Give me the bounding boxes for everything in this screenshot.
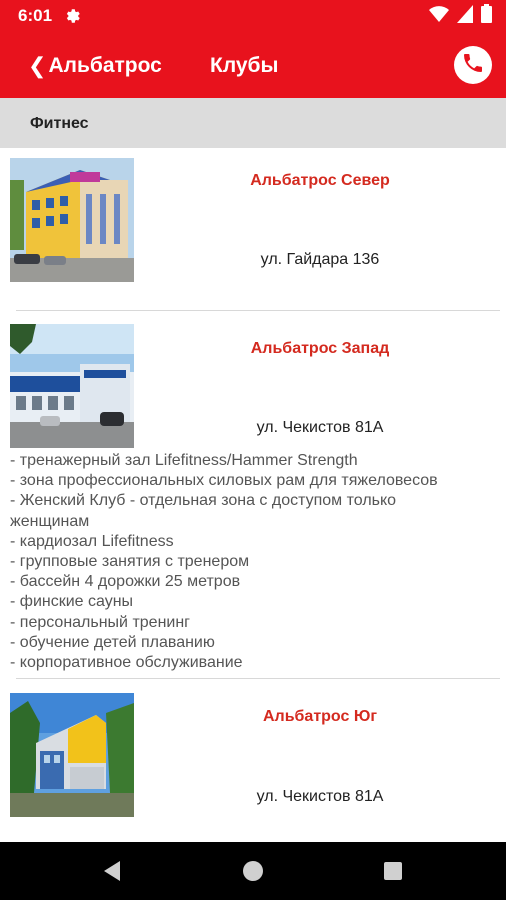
feature-item: - зона профессиональных силовых рам для … — [10, 472, 438, 490]
building-photo-yellow-blue — [10, 158, 134, 282]
page-title: Клубы — [210, 54, 279, 77]
status-bar: 6:01 — [0, 0, 506, 32]
divider — [16, 678, 500, 679]
battery-icon — [481, 4, 492, 28]
divider — [16, 310, 500, 311]
feature-item: - тренажерный зал Lifefitness/Hammer Str… — [10, 452, 358, 469]
status-time: 6:01 — [18, 6, 53, 25]
feature-item: - групповые занятия с тренером — [10, 553, 250, 571]
feature-item: - бассейн 4 дорожки 25 метров — [10, 573, 241, 591]
feature-item: - финские сауны — [10, 593, 134, 611]
call-button[interactable] — [454, 46, 492, 84]
club-features-list: - тренажерный зал Lifefitness/Hammer Str… — [10, 451, 500, 673]
section-header: Фитнес — [0, 98, 506, 148]
phone-icon — [461, 51, 485, 80]
building-photo-blue-white — [10, 324, 134, 448]
feature-item: - кардиозал Lifefitness — [10, 532, 174, 550]
building-photo-yellow-blue-trees — [10, 693, 134, 817]
clubs-list[interactable]: Альбатрос Север ул. Гайдара 136 Альбатро… — [0, 148, 506, 842]
settings-gear-icon — [64, 7, 82, 25]
section-title: Фитнес — [30, 115, 89, 132]
feature-item: женщинам — [10, 512, 90, 530]
club-address: ул. Гайдара 136 — [260, 251, 380, 268]
status-icons — [429, 4, 492, 28]
recents-square-icon[interactable] — [381, 859, 405, 883]
app-bar: ❮ Альбатрос Клубы — [0, 32, 506, 98]
feature-item: - обучение детей плаванию — [10, 633, 215, 651]
feature-item: - Женский Клуб - отдельная зона с доступ… — [10, 492, 397, 510]
club-address: ул. Чекистов 81А — [256, 419, 384, 436]
system-nav-bar — [0, 842, 506, 900]
chevron-left-icon: ❮ — [28, 53, 47, 78]
feature-item: - персональный тренинг — [10, 613, 191, 631]
back-label: Альбатрос — [48, 54, 162, 77]
list-item-club[interactable]: Альбатрос Юг ул. Чекистов 81А — [0, 693, 506, 817]
signal-icon — [457, 4, 473, 28]
club-name[interactable]: Альбатрос Север — [134, 172, 506, 190]
club-name[interactable]: Альбатрос Запад — [134, 340, 506, 358]
feature-item: - корпоративное обслуживание — [10, 654, 243, 672]
club-address: ул. Чекистов 81А — [256, 788, 384, 805]
list-item-club[interactable]: Альбатрос Север ул. Гайдара 136 — [0, 158, 506, 298]
list-item-club[interactable]: Альбатрос Запад ул. Чекистов 81А — [0, 324, 506, 448]
wifi-icon — [429, 5, 449, 28]
home-circle-icon[interactable] — [241, 859, 265, 883]
back-button[interactable]: ❮ Альбатрос — [28, 52, 162, 80]
club-name[interactable]: Альбатрос Юг — [134, 708, 506, 726]
back-triangle-icon[interactable] — [100, 859, 124, 883]
